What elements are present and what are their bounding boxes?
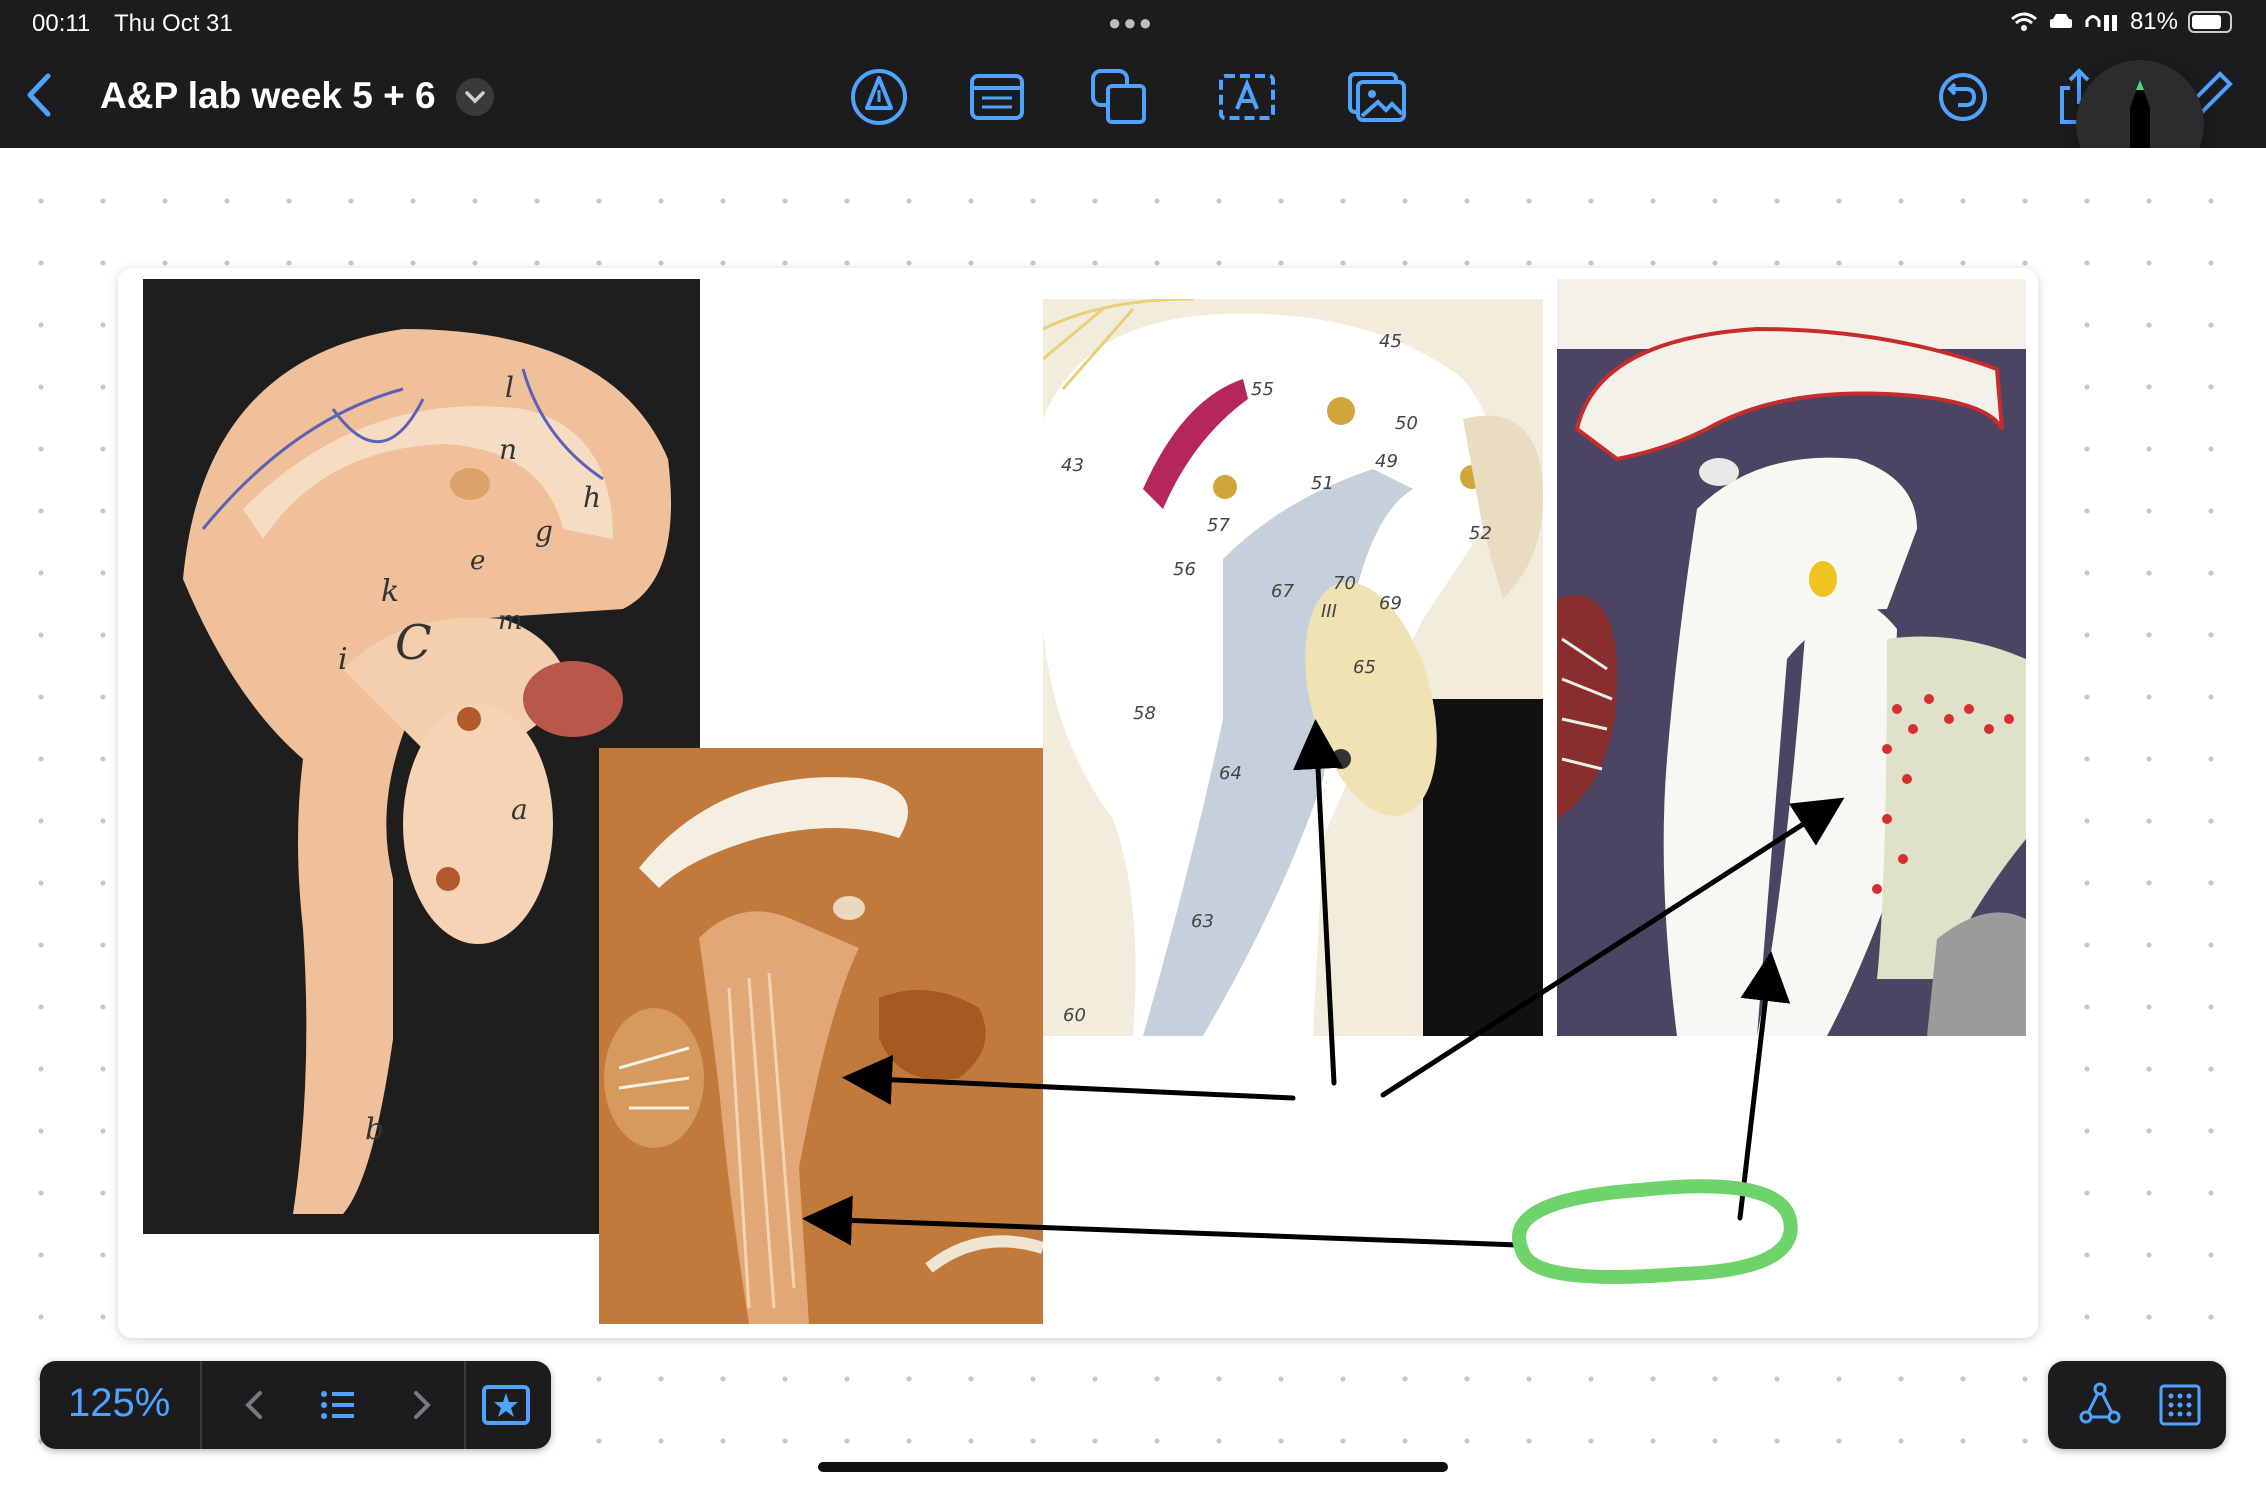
label-60: 60 [1063,1005,1086,1026]
status-date: Thu Oct 31 [114,10,233,37]
label-m: m [498,606,523,636]
label-i: i [338,642,348,677]
list-icon[interactable] [312,1379,364,1431]
brain-model-photo-3[interactable] [1557,279,2026,1036]
shapes-icon[interactable] [1088,66,1150,128]
label-56: 56 [1173,559,1196,580]
battery-icon [2188,11,2232,33]
text-box-icon[interactable] [966,66,1028,128]
label-65: 65 [1353,657,1376,678]
favorite-icon[interactable] [480,1379,532,1431]
label-e: e [470,546,485,576]
label-49: 49 [1375,451,1398,472]
label-69: 69 [1379,593,1402,614]
home-indicator[interactable] [818,1462,1448,1472]
brain-model-photo-2[interactable]: 45 55 50 43 49 51 57 56 67 70 52 69 III … [1043,299,1543,1036]
label-h: h [583,481,601,514]
multitasking-icon[interactable]: ●●● [1108,10,1154,36]
chevron-right-icon[interactable] [396,1379,448,1431]
zoom-toolbar: 125% [40,1361,551,1449]
headphones-icon [2085,15,2117,31]
back-button[interactable] [20,70,60,120]
label-64: 64 [1219,763,1242,784]
undo-icon[interactable] [1932,66,1994,128]
toolbar: 00:11 Thu Oct 31 ●●● 81% A&P lab week 5 … [0,0,2266,148]
image-icon[interactable] [1346,66,1408,128]
label-50: 50 [1395,413,1418,434]
label-52: 52 [1469,523,1492,544]
label-k: k [381,574,399,609]
grid-icon[interactable] [2154,1379,2206,1431]
label-57: 57 [1207,515,1230,536]
label-43: 43 [1061,455,1084,476]
label-70: 70 [1333,573,1356,594]
zoom-level[interactable]: 125% [68,1381,170,1426]
label-a: a [511,793,528,826]
label-45: 45 [1379,331,1402,352]
divider [200,1361,202,1449]
label-c: C [395,615,432,671]
label-51: 51 [1311,473,1334,494]
label-iii: III [1321,601,1337,622]
brain-dissection-photo[interactable] [599,748,1043,1324]
pen-icon[interactable] [848,66,910,128]
battery-level [2192,15,2221,29]
wifi-icon [2010,12,2037,31]
lasso-icon[interactable] [2074,1379,2126,1431]
label-67: 67 [1271,581,1294,602]
chevron-down-icon[interactable] [456,78,494,116]
car-icon [2049,14,2072,28]
label-l: l [505,371,514,404]
label-63: 63 [1191,911,1214,932]
canvas-tools [2048,1361,2226,1449]
text-icon[interactable] [1216,66,1278,128]
status-icons: 81% [2010,8,2232,36]
label-n: n [499,433,517,466]
status-time: 00:11 [32,10,91,37]
label-55: 55 [1251,379,1274,400]
label-58: 58 [1133,703,1156,724]
label-b: b [365,1112,384,1147]
document-title[interactable]: A&P lab week 5 + 6 [100,75,436,117]
chevron-left-icon[interactable] [228,1379,280,1431]
label-g: g [535,515,553,548]
battery-percent: 81% [2129,8,2178,35]
divider [464,1361,466,1449]
